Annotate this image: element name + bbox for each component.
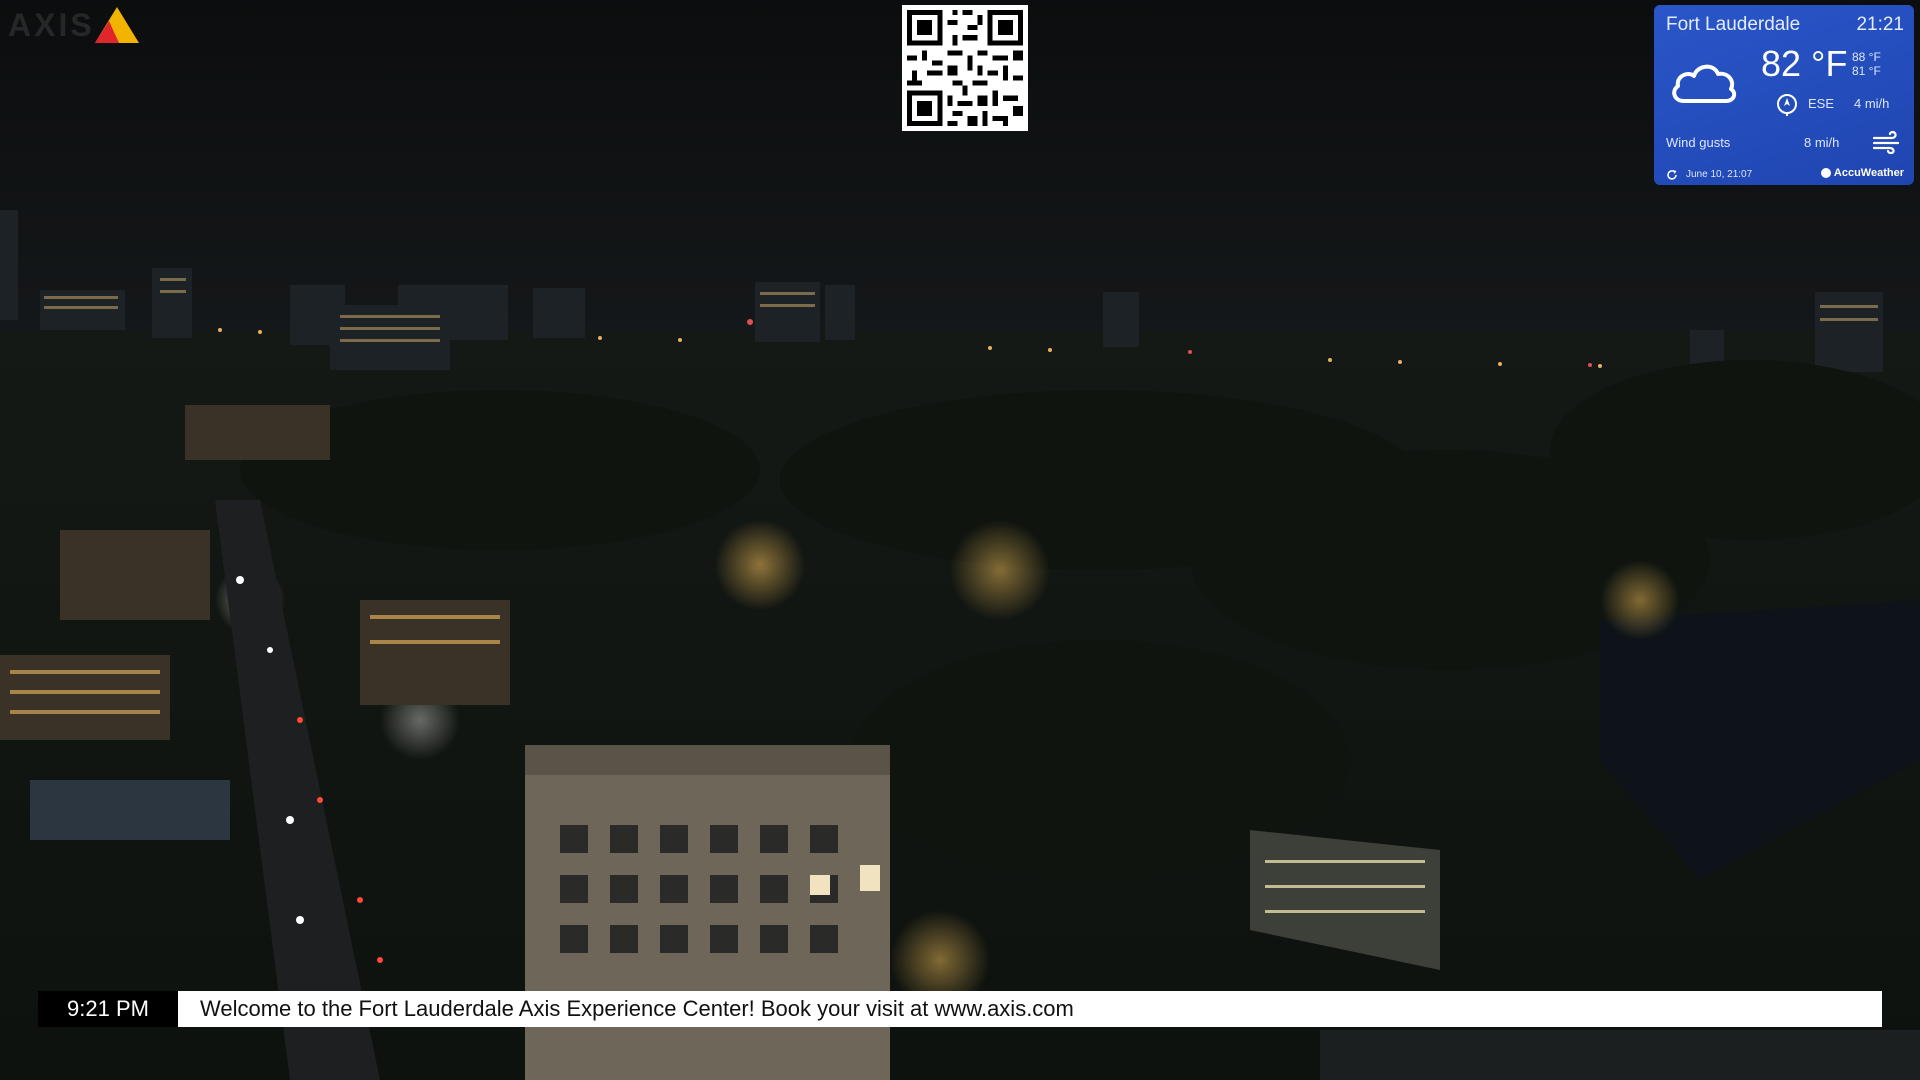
- weather-low: 81 °F: [1852, 64, 1881, 78]
- wind-direction: ESE: [1808, 96, 1835, 111]
- refresh-icon: [1667, 170, 1677, 180]
- weather-provider: AccuWeather: [1820, 167, 1904, 179]
- cloud-icon: [1672, 64, 1737, 103]
- wind-speed: 4 mi/h: [1854, 96, 1890, 111]
- weather-widget: Fort Lauderdale 21:21 82 °F 88 °F 81 °F …: [1654, 5, 1914, 185]
- axis-logo: AXIS: [8, 4, 141, 46]
- weather-updated: June 10, 21:07: [1686, 169, 1753, 180]
- ticker-bar: 9:21 PM Welcome to the Fort Lauderdale A…: [38, 991, 1882, 1027]
- axis-triangle-icon: [94, 7, 139, 43]
- weather-time: 21:21: [1856, 14, 1904, 35]
- wind-gusts-label: Wind gusts: [1666, 135, 1731, 150]
- accuweather-logo-icon: [1820, 168, 1831, 178]
- logo-text: AXIS: [8, 6, 95, 43]
- wind-gusts-icon: [1872, 130, 1900, 155]
- wind-direction-icon: [1777, 94, 1797, 116]
- weather-city: Fort Lauderdale: [1666, 14, 1801, 35]
- ticker-time: 9:21 PM: [38, 991, 178, 1027]
- ticker-message: Welcome to the Fort Lauderdale Axis Expe…: [178, 991, 1882, 1027]
- night-city-scene: [0, 0, 1920, 1080]
- camera-feed: AXIS Fort Lauderdale 21:21 82 °F 88 °F 8…: [0, 0, 1920, 1080]
- wind-gusts-value: 8 mi/h: [1804, 135, 1840, 150]
- weather-high: 88 °F: [1852, 50, 1881, 64]
- weather-high-low: 88 °F 81 °F: [1852, 50, 1881, 78]
- weather-temperature: 82 °F: [1761, 43, 1848, 84]
- qr-code-icon[interactable]: [902, 5, 1028, 131]
- provider-name: AccuWeather: [1833, 167, 1904, 179]
